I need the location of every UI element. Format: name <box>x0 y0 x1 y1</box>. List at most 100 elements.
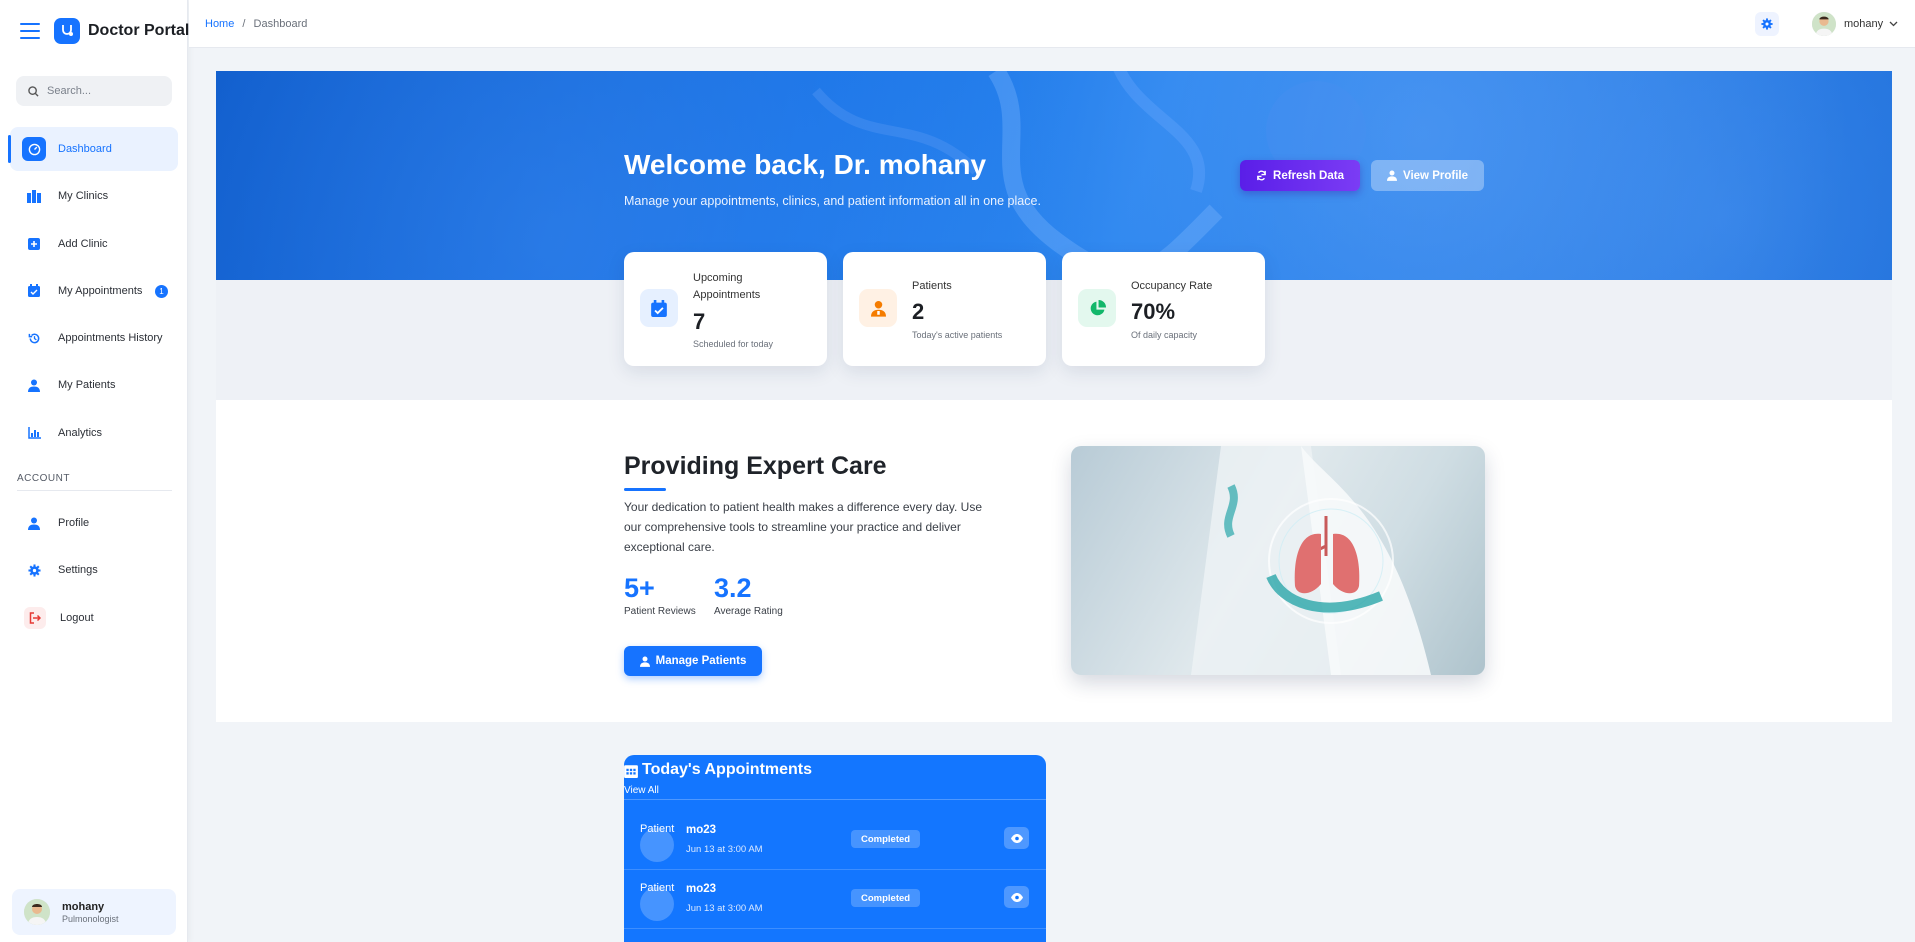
calendar-check-icon <box>640 289 678 327</box>
manage-patients-label: Manage Patients <box>655 655 747 667</box>
todays-appointments-card: Today's Appointments View All Patient mo… <box>624 755 1046 942</box>
manage-patients-button[interactable]: Manage Patients <box>624 646 762 676</box>
view-profile-label: View Profile <box>1403 169 1468 182</box>
user-menu[interactable]: mohany <box>1812 12 1898 36</box>
welcome-subtitle: Manage your appointments, clinics, and p… <box>624 194 1041 208</box>
sidebar: Doctor Portal Dashboard My Clinics Add C… <box>0 0 189 942</box>
search-box[interactable] <box>16 76 172 106</box>
stat-card-occupancy-rate: Occupancy Rate 70% Of daily capacity <box>1062 252 1265 366</box>
stat-value: 2 <box>912 299 925 324</box>
metric-value: 5+ <box>624 573 655 603</box>
calendar-icon <box>624 764 638 778</box>
patient-avatar-alt: Patient <box>640 823 675 835</box>
section-description: Your dedication to patient health makes … <box>624 500 983 554</box>
bar-chart-icon <box>24 423 44 443</box>
divider <box>624 799 1046 800</box>
appointment-time: Jun 13 at 3:00 AM <box>686 844 763 855</box>
metric-value: 3.2 <box>714 573 752 603</box>
section-title: Providing Expert Care <box>624 452 887 480</box>
search-input[interactable] <box>47 85 157 97</box>
view-appointment-button[interactable] <box>1004 827 1029 849</box>
user-doctor-icon <box>24 375 44 395</box>
welcome-hero: Welcome back, Dr. mohany Manage your app… <box>216 71 1892 280</box>
stat-label: Patients <box>912 280 952 292</box>
sidebar-item-label: Add Clinic <box>58 237 108 250</box>
account-section-label: ACCOUNT <box>17 473 70 484</box>
pie-chart-icon <box>1078 289 1116 327</box>
metric-patient-reviews: 5+ Patient Reviews <box>624 573 696 617</box>
appointments-title: Today's Appointments <box>624 761 812 779</box>
stat-card-upcoming-appointments: Upcoming Appointments 7 Scheduled for to… <box>624 252 827 366</box>
view-profile-button[interactable]: View Profile <box>1371 160 1484 191</box>
app-title: Doctor Portal <box>88 22 190 39</box>
stat-note: Today's active patients <box>912 330 1003 340</box>
status-badge: Completed <box>851 830 921 848</box>
appointment-time: Jun 13 at 3:00 AM <box>686 903 763 914</box>
user-name: mohany <box>62 900 105 913</box>
sidebar-item-dashboard[interactable]: Dashboard <box>8 127 178 171</box>
patient-avatar-alt: Patient <box>640 882 675 894</box>
chevron-down-icon <box>1889 21 1898 27</box>
avatar <box>24 899 50 925</box>
settings-button[interactable] <box>1755 12 1779 36</box>
sidebar-item-my-clinics[interactable]: My Clinics <box>10 174 178 218</box>
search-icon <box>28 85 39 97</box>
sidebar-item-my-appointments[interactable]: My Appointments 1 <box>10 269 178 313</box>
sidebar-item-logout[interactable]: Logout <box>10 596 178 640</box>
appointment-row[interactable]: Patient mo23 Jun 13 at 3:00 AM Completed <box>624 812 1046 870</box>
view-appointment-button[interactable] <box>1004 886 1029 908</box>
patient-name: mo23 <box>686 883 717 895</box>
sidebar-item-label: Settings <box>58 564 98 577</box>
refresh-data-label: Refresh Data <box>1273 169 1344 182</box>
status-badge: Completed <box>851 889 921 907</box>
expert-care-section: Providing Expert Care Your dedication to… <box>216 400 1892 722</box>
user-doctor-icon <box>639 656 650 667</box>
history-icon <box>24 328 44 348</box>
user-doctor-icon <box>859 289 897 327</box>
sidebar-item-my-patients[interactable]: My Patients <box>10 363 178 407</box>
sidebar-item-add-clinic[interactable]: Add Clinic <box>10 222 178 266</box>
gear-icon <box>1761 18 1773 30</box>
refresh-data-button[interactable]: Refresh Data <box>1240 160 1360 191</box>
gauge-icon <box>22 137 46 161</box>
user-icon <box>24 513 44 533</box>
topbar: Home / Dashboard mohany <box>189 0 1915 48</box>
account-nav: Profile Settings Logout <box>10 501 178 643</box>
metric-average-rating: 3.2 Average Rating <box>714 573 783 617</box>
sidebar-item-label: Dashboard <box>58 143 112 155</box>
sidebar-item-label: Appointments History <box>58 332 163 345</box>
hero-background-illustration <box>812 71 1366 280</box>
lungs-illustration <box>1191 446 1431 675</box>
sidebar-item-appointments-history[interactable]: Appointments History <box>10 316 178 360</box>
breadcrumb-current: Dashboard <box>253 18 308 30</box>
calendar-check-icon <box>24 281 44 301</box>
breadcrumb-home-link[interactable]: Home <box>205 18 234 30</box>
appointment-row[interactable]: Patient mo23 Jun 13 at 3:00 AM Completed <box>624 871 1046 929</box>
eye-icon <box>1010 833 1023 843</box>
user-menu-name: mohany <box>1844 18 1884 30</box>
doctor-lungs-image <box>1071 446 1485 675</box>
sidebar-item-profile[interactable]: Profile <box>10 501 178 545</box>
stat-note: Of daily capacity <box>1131 330 1198 340</box>
plus-square-icon <box>24 234 44 254</box>
metric-label: Patient Reviews <box>624 606 696 617</box>
menu-toggle-icon[interactable] <box>20 23 40 39</box>
eye-icon <box>1010 892 1023 902</box>
sidebar-item-label: My Appointments <box>58 284 143 297</box>
logout-icon <box>24 606 46 629</box>
appointments-title-text: Today's Appointments <box>642 761 813 778</box>
sidebar-item-label: Profile <box>58 517 90 529</box>
sidebar-item-settings[interactable]: Settings <box>10 548 178 592</box>
sidebar-item-analytics[interactable]: Analytics <box>10 411 178 455</box>
title-underline <box>624 488 666 491</box>
stat-label: Occupancy Rate <box>1131 280 1213 292</box>
welcome-title: Welcome back, Dr. mohany <box>624 149 987 180</box>
building-icon <box>24 186 44 206</box>
divider <box>17 490 172 491</box>
breadcrumb: Home / Dashboard <box>205 18 307 30</box>
brand: Doctor Portal <box>20 17 189 45</box>
stat-value: 70% <box>1131 299 1176 324</box>
view-all-link[interactable]: View All <box>624 785 659 796</box>
sidebar-user-card[interactable]: mohany Pulmonologist <box>12 889 176 935</box>
stats-band <box>216 280 1892 400</box>
